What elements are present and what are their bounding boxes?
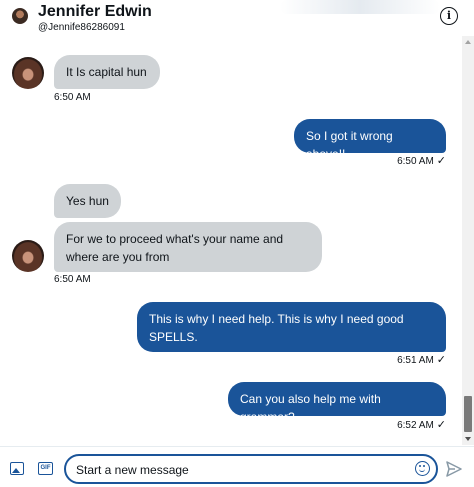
message-timestamp: 6:52 AM: [397, 420, 434, 431]
info-icon[interactable]: i: [440, 7, 458, 25]
send-icon[interactable]: [446, 461, 462, 477]
message-text: This is why I need help. This is why I n…: [149, 312, 404, 344]
scrollbar-thumb[interactable]: [464, 396, 472, 432]
message-timestamp: 6:51 AM: [397, 355, 434, 366]
message-timestamp: 6:50 AM: [54, 92, 91, 103]
message-input-wrapper: [64, 454, 438, 484]
conversation-header: Jennifer Edwin @Jennife86286091 i: [0, 0, 474, 44]
message-timestamp-row: 6:51 AM ✓: [340, 354, 446, 367]
check-icon: ✓: [436, 354, 446, 366]
message-timestamp: 6:50 AM: [54, 274, 91, 285]
message-timestamp-row: 6:50 AM ✓: [340, 155, 446, 168]
message-input[interactable]: [76, 461, 406, 478]
message-bubble-outgoing: So I got it wrong above!!: [294, 119, 446, 161]
message-timestamp: 6:50 AM: [397, 156, 434, 167]
contact-name[interactable]: Jennifer Edwin: [38, 2, 152, 22]
emoji-icon[interactable]: [415, 461, 430, 476]
avatar[interactable]: [12, 57, 44, 89]
image-icon[interactable]: [10, 462, 24, 475]
check-icon: ✓: [436, 155, 446, 167]
scroll-up-arrow-icon[interactable]: [465, 40, 471, 44]
message-bubble-incoming: Yes hun: [54, 184, 121, 218]
avatar[interactable]: [12, 240, 44, 272]
message-timestamp-row: 6:52 AM ✓: [340, 419, 446, 432]
message-text: Yes hun: [66, 194, 109, 208]
message-composer: GIF: [0, 447, 474, 487]
scroll-down-arrow-icon[interactable]: [465, 437, 471, 441]
message-bubble-outgoing: This is why I need help. This is why I n…: [137, 302, 446, 352]
gif-icon[interactable]: GIF: [38, 462, 53, 475]
message-bubble-incoming: It Is capital hun: [54, 55, 160, 89]
message-text: For we to proceed what's your name and w…: [66, 232, 284, 264]
message-text: It Is capital hun: [66, 65, 147, 79]
message-bubble-outgoing: Can you also help me with grammar?: [228, 382, 446, 424]
header-avatar[interactable]: [12, 8, 28, 24]
contact-handle[interactable]: @Jennife86286091: [38, 22, 125, 34]
scrollbar[interactable]: [462, 36, 474, 445]
header-background-blur: [280, 0, 440, 14]
message-bubble-incoming: For we to proceed what's your name and w…: [54, 222, 322, 272]
check-icon: ✓: [436, 419, 446, 431]
